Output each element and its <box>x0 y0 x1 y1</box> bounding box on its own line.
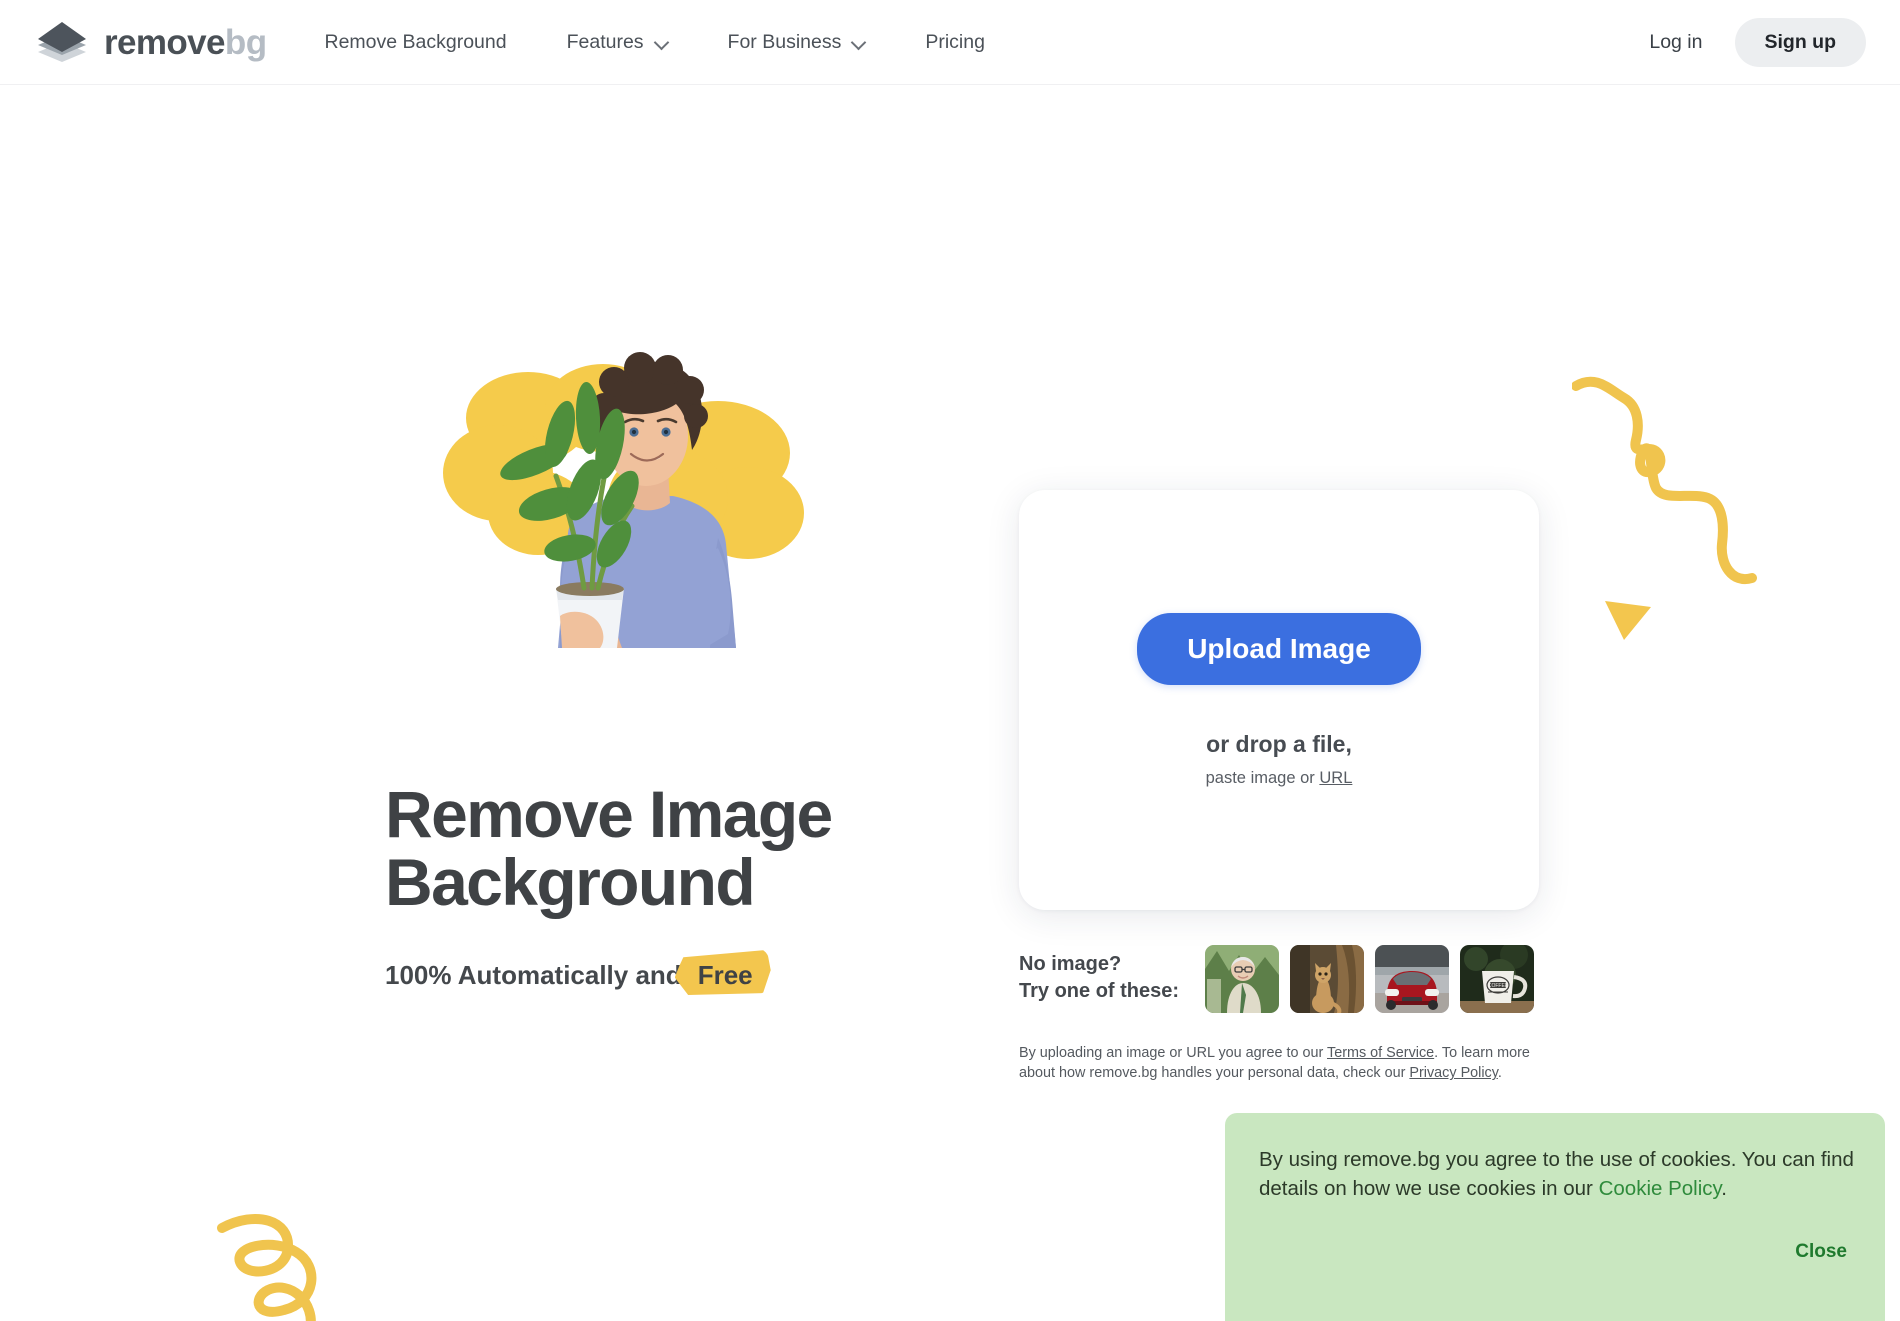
nav-label-remove-background: Remove Background <box>324 30 507 53</box>
login-link[interactable]: Log in <box>1627 21 1724 64</box>
paste-prefix-text: paste image or <box>1205 768 1320 787</box>
sample-thumb-coffee-mug[interactable]: COFFEE <box>1460 945 1534 1013</box>
hero-subtitle-prefix: 100% Automatically and <box>385 960 682 990</box>
drop-file-label: or drop a file, <box>1206 730 1352 757</box>
nav-item-for-business[interactable]: For Business <box>728 21 866 64</box>
yellow-wave-squiggle-decoration-icon <box>1571 368 1797 613</box>
primary-navigation: Remove Background Features For Business … <box>324 21 984 64</box>
hero-left-column: Remove Image Background 100% Automatical… <box>0 86 950 1321</box>
legal-part-1: By uploading an image or URL you agree t… <box>1019 1045 1327 1061</box>
cookie-policy-link[interactable]: Cookie Policy <box>1599 1177 1722 1200</box>
legal-part-3: . <box>1497 1065 1502 1082</box>
page-title: Remove Image Background <box>385 780 985 919</box>
sample-thumb-man-portrait[interactable] <box>1205 945 1279 1013</box>
brand-logo[interactable]: removebg <box>34 19 267 65</box>
sample-thumb-cat[interactable] <box>1290 945 1364 1013</box>
brand-name-primary: remove <box>104 22 226 62</box>
page-title-line-2: Background <box>385 844 756 919</box>
nav-item-features[interactable]: Features <box>567 21 668 64</box>
cookie-close-button[interactable]: Close <box>1795 1241 1847 1263</box>
sample-thumb-car[interactable] <box>1375 945 1449 1013</box>
sample-thumbnail-list: COFFEE <box>1205 945 1534 1013</box>
chevron-down-icon <box>655 36 668 49</box>
header-actions: Log in Sign up <box>1627 17 1866 67</box>
cookie-text-part-1: By using remove.bg you agree to the use … <box>1259 1148 1854 1201</box>
cookie-consent-banner: By using remove.bg you agree to the use … <box>1225 1113 1885 1321</box>
nav-label-for-business: For Business <box>727 30 842 53</box>
svg-text:COFFEE: COFFEE <box>1488 983 1509 989</box>
hero-subtitle-highlight: Free <box>697 960 753 990</box>
chevron-down-icon <box>852 36 865 49</box>
terms-of-service-link[interactable]: Terms of Service <box>1327 1045 1434 1061</box>
brand-wordmark: removebg <box>104 22 267 62</box>
privacy-policy-link[interactable]: Privacy Policy <box>1409 1065 1498 1081</box>
upload-legal-text: By uploading an image or URL you agree t… <box>1019 1043 1544 1084</box>
cookie-banner-text: By using remove.bg you agree to the use … <box>1259 1145 1859 1203</box>
removebg-diamond-logo-icon <box>34 19 90 65</box>
nav-item-pricing[interactable]: Pricing <box>925 21 985 64</box>
upload-image-button[interactable]: Upload Image <box>1137 612 1421 685</box>
sample-images-section: No image? Try one of these: COFFEE <box>1019 945 1534 1013</box>
sample-label-line-1: No image? <box>1019 953 1122 975</box>
hero-illustration-man-with-plant <box>418 348 818 648</box>
yellow-spiral-squiggle-decoration-icon <box>210 1204 340 1321</box>
cookie-text-part-2: . <box>1721 1177 1727 1201</box>
sample-images-label: No image? Try one of these: <box>1019 945 1205 1006</box>
page-title-line-1: Remove Image <box>385 777 833 851</box>
signup-button[interactable]: Sign up <box>1734 17 1866 67</box>
sample-label-line-2: Try one of these: <box>1019 980 1180 1003</box>
nav-label-pricing: Pricing <box>925 30 985 53</box>
site-header: removebg Remove Background Features For … <box>0 0 1900 85</box>
nav-label-features: Features <box>566 30 644 53</box>
remove-bg-landing-page: removebg Remove Background Features For … <box>0 0 1900 1321</box>
brand-name-secondary: bg <box>224 22 267 62</box>
hero-subtitle-highlight-wrap: Free <box>674 949 771 995</box>
upload-dropzone-card[interactable]: Upload Image or drop a file, paste image… <box>1019 490 1539 910</box>
hero-subtitle: 100% Automatically and Free <box>385 949 771 995</box>
nav-item-remove-background[interactable]: Remove Background <box>324 21 506 64</box>
yellow-triangle-decoration-icon <box>1602 595 1654 641</box>
url-link[interactable]: URL <box>1319 769 1352 787</box>
paste-or-url-label: paste image or URL <box>1206 769 1353 788</box>
